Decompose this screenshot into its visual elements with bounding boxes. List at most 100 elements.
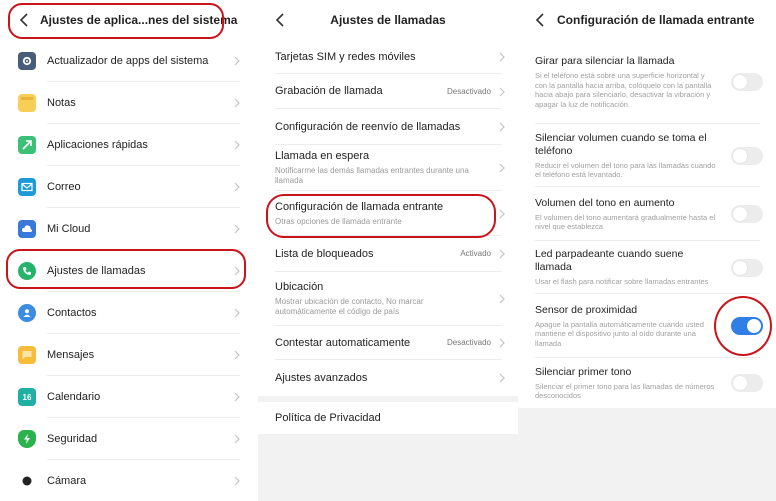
list-item-blocklist[interactable]: Lista de bloqueados Activado xyxy=(258,236,518,272)
list-item-flip-to-mute: Girar para silenciar la llamada Si el te… xyxy=(518,40,776,124)
list-item-label: Configuración de llamada entrante xyxy=(275,200,444,213)
chevron-right-icon xyxy=(499,163,505,173)
page-title: Configuración de llamada entrante xyxy=(557,13,755,27)
status-value: Desactivado xyxy=(446,338,491,347)
list-item-description: El volumen del tono aumentará gradualmen… xyxy=(535,212,716,232)
back-arrow-icon[interactable] xyxy=(16,12,32,28)
list-item-call-waiting[interactable]: Llamada en espera Notificarme las demás … xyxy=(258,145,518,191)
chevron-right-icon xyxy=(234,224,240,234)
privacy-policy-link[interactable]: Política de Privacidad xyxy=(258,402,518,434)
chevron-right-icon xyxy=(234,266,240,276)
contacts-icon xyxy=(18,304,36,322)
toggle-switch[interactable] xyxy=(731,73,763,91)
list-item-label: Llamada en espera xyxy=(275,150,370,162)
list-item-calendar[interactable]: 16 Calendario xyxy=(0,376,258,418)
messages-icon xyxy=(18,346,36,364)
list-item-advanced-settings[interactable]: Ajustes avanzados xyxy=(258,360,518,396)
chevron-right-icon xyxy=(234,56,240,66)
list-item-call-forwarding[interactable]: Configuración de reenvío de llamadas xyxy=(258,109,518,145)
incoming-call-header: Configuración de llamada entrante xyxy=(518,0,776,40)
chevron-right-icon xyxy=(234,98,240,108)
list-item-description: Notificarme las demás llamadas entrantes… xyxy=(275,166,469,185)
list-item-notes[interactable]: Notas xyxy=(0,82,258,124)
list-item-label: Mi Cloud xyxy=(47,223,91,235)
status-value: Desactivado xyxy=(446,86,491,96)
incoming-call-panel: Configuración de llamada entrante Girar … xyxy=(518,0,776,501)
toggle-switch[interactable] xyxy=(731,317,763,335)
chevron-right-icon xyxy=(234,140,240,150)
page-title: Ajustes de llamadas xyxy=(330,13,446,27)
chevron-right-icon xyxy=(499,338,505,348)
list-item-call-settings[interactable]: Ajustes de llamadas xyxy=(0,250,258,292)
list-item-proximity-sensor: Sensor de proximidad Apague la pantalla … xyxy=(518,294,776,358)
list-item-incoming-call-config[interactable]: Configuración de llamada entrante Otras … xyxy=(258,191,518,236)
list-item-label: Seguridad xyxy=(47,433,98,445)
chevron-right-icon xyxy=(234,182,240,192)
toggle-switch[interactable] xyxy=(731,146,763,165)
list-item-description: Apague la pantalla automáticamente cuand… xyxy=(535,319,704,348)
notes-icon xyxy=(18,94,36,112)
incoming-call-list: Girar para silenciar la llamada Si el te… xyxy=(518,40,776,408)
status-value: Activado xyxy=(460,249,491,258)
list-item-label: Configuración de reenvío de llamadas xyxy=(275,120,461,133)
toggle-knob xyxy=(733,207,747,221)
list-item-label: Mensajes xyxy=(47,349,95,361)
app-settings-list: Actualizador de apps del sistema Notas A… xyxy=(0,40,258,501)
list-item-security[interactable]: Seguridad xyxy=(0,418,258,460)
chevron-right-icon xyxy=(234,434,240,444)
list-item-description: Otras opciones de llamada entrante xyxy=(275,216,402,226)
call-settings-panel: Ajustes de llamadas Tarjetas SIM y redes… xyxy=(258,0,518,501)
list-item-contacts[interactable]: Contactos xyxy=(0,292,258,334)
list-item-description: Usar el flash para notificar sobre llama… xyxy=(535,277,709,287)
list-item-sim-networks[interactable]: Tarjetas SIM y redes móviles xyxy=(258,40,518,74)
chevron-right-icon xyxy=(234,308,240,318)
chevron-right-icon xyxy=(499,209,505,219)
list-item-camera[interactable]: Cámara xyxy=(0,460,258,501)
call-settings-header: Ajustes de llamadas xyxy=(258,0,518,40)
list-item-label: Volumen del tono en aumento xyxy=(535,196,675,209)
toggle-switch[interactable] xyxy=(731,258,763,277)
list-item-label: Silenciar volumen cuando se toma el telé… xyxy=(535,131,707,157)
list-item-label: Tarjetas SIM y redes móviles xyxy=(275,50,416,63)
back-arrow-icon[interactable] xyxy=(272,12,288,28)
list-item-auto-answer[interactable]: Contestar automaticamente Desactivado xyxy=(258,326,518,360)
list-item-label: Notas xyxy=(47,97,76,109)
list-item-system-app-updater[interactable]: Actualizador de apps del sistema xyxy=(0,40,258,82)
camera-icon xyxy=(18,472,36,490)
toggle-knob xyxy=(733,376,747,390)
list-item-description: Si el teléfono está sobre una superficie… xyxy=(535,71,712,109)
list-item-mi-cloud[interactable]: Mi Cloud xyxy=(0,208,258,250)
list-item-location[interactable]: Ubicación Mostrar ubicación de contacto,… xyxy=(258,272,518,326)
toggle-switch[interactable] xyxy=(731,205,763,223)
list-item-label: Contactos xyxy=(47,307,97,319)
toggle-switch[interactable] xyxy=(731,374,763,392)
list-item-pickup-mute: Silenciar volumen cuando se toma el telé… xyxy=(518,124,776,187)
list-item-messages[interactable]: Mensajes xyxy=(0,334,258,376)
list-item-label: Ajustes de llamadas xyxy=(47,265,146,277)
shield-icon xyxy=(18,430,36,448)
back-arrow-icon[interactable] xyxy=(532,12,548,28)
list-item-label: Calendario xyxy=(47,391,101,403)
privacy-policy-label: Política de Privacidad xyxy=(275,411,381,424)
list-item-label: Cámara xyxy=(47,475,87,487)
list-item-label: Led parpadeante cuando suene llamada xyxy=(535,248,684,274)
list-item-description: Reducir el volumen del tono para las lla… xyxy=(535,160,716,180)
list-item-quick-apps[interactable]: Aplicaciones rápidas xyxy=(0,124,258,166)
list-item-label: Sensor de proximidad xyxy=(535,303,638,316)
list-item-label: Girar para silenciar la llamada xyxy=(535,55,675,67)
toggle-knob xyxy=(733,260,747,275)
list-item-label: Correo xyxy=(47,181,81,193)
app-settings-header: Ajustes de aplica...nes del sistema xyxy=(0,0,258,40)
list-item-call-recording[interactable]: Grabación de llamada Desactivado xyxy=(258,74,518,109)
gear-icon xyxy=(18,52,36,70)
toggle-knob xyxy=(733,75,747,89)
list-item-rising-ringtone: Volumen del tono en aumento El volumen d… xyxy=(518,187,776,241)
call-settings-list: Tarjetas SIM y redes móviles Grabación d… xyxy=(258,40,518,396)
list-item-label: Ubicación xyxy=(275,281,324,293)
list-item-mail[interactable]: Correo xyxy=(0,166,258,208)
chevron-right-icon xyxy=(499,249,505,259)
chevron-right-icon xyxy=(499,87,505,97)
page-title: Ajustes de aplica...nes del sistema xyxy=(40,13,238,27)
chevron-right-icon xyxy=(499,294,505,304)
chevron-right-icon xyxy=(234,350,240,360)
